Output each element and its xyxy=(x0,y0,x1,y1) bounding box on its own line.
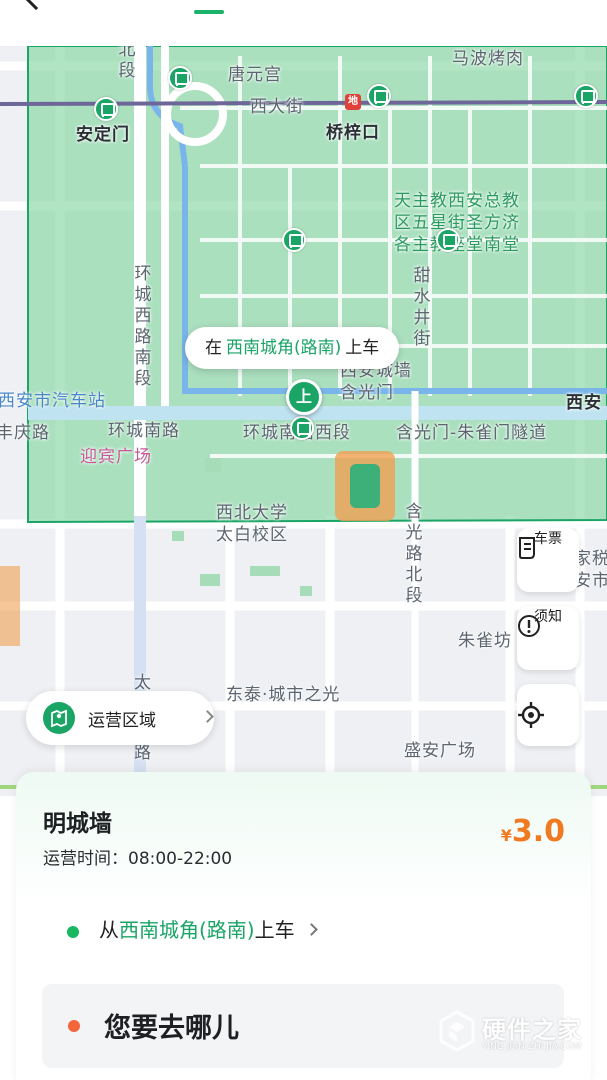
map-label-ma-bo-kao-rou: 马波烤肉 xyxy=(452,49,524,69)
map-view[interactable]: 北段 唐元宫 马波烤肉 西大街 安定门 桥梓口 天主教西安总教 区五星街圣方济 … xyxy=(0,46,607,796)
map-label-tian-shui-jing: 甜水井街 xyxy=(413,266,431,349)
watermark-sub: YING JIAN ZHI JIA.COM xyxy=(482,1042,582,1052)
tab-indicator xyxy=(194,10,224,14)
ops-area-button[interactable]: 运营区域 xyxy=(26,691,214,745)
map-label-tang-yuan-gong: 唐元宫 xyxy=(228,65,282,85)
watermark-logo-icon xyxy=(439,1010,475,1052)
ops-area-label: 运营区域 xyxy=(88,711,156,731)
watermark-main: 硬件之家 xyxy=(482,1016,582,1044)
map-label-an-ding-men: 安定门 xyxy=(76,125,130,145)
ticket-button[interactable]: 车票 xyxy=(517,528,579,592)
map-label-qiao-zi-kou: 桥梓口 xyxy=(326,123,380,143)
ticket-icon xyxy=(519,537,535,559)
bubble-station: 西南城角(路南) xyxy=(226,338,342,358)
map-label-zhu-que-fang: 朱雀坊 xyxy=(458,631,512,651)
map-label-dong-tai: 东泰·城市之光 xyxy=(226,685,341,705)
boarding-bubble[interactable]: 在西南城角(路南) 上车 xyxy=(185,327,400,369)
map-label-bus-station: 西安市汽车站 xyxy=(0,391,106,411)
watermark: 硬件之家 YING JIAN ZHI JIA.COM xyxy=(438,1008,588,1058)
origin-dot-icon xyxy=(67,925,79,938)
metro-station-icon[interactable]: 地 xyxy=(345,94,361,110)
from-prefix: 从 xyxy=(99,918,119,942)
map-label-feng-qing-lu: 丰庆路 xyxy=(0,423,50,443)
destination-placeholder: 您要去哪儿 xyxy=(104,1013,239,1044)
locate-icon xyxy=(518,702,544,728)
chevron-right-icon xyxy=(304,923,318,936)
bus-stop-icon[interactable] xyxy=(168,66,192,90)
bus-stop-icon[interactable] xyxy=(282,228,306,252)
bus-stop-icon[interactable] xyxy=(574,84,598,108)
map-label-sheng-an: 盛安广场 xyxy=(404,741,476,761)
hours-label: 运营时间： xyxy=(43,849,128,869)
map-label-north-section: 北段 xyxy=(118,46,136,81)
map-label-nwu-line2: 太白校区 xyxy=(216,525,288,545)
operating-hours: 运营时间：08:00-22:00 xyxy=(43,844,232,869)
notice-icon xyxy=(518,615,540,637)
map-label-ying-bin-guang-chang: 迎宾广场 xyxy=(80,447,152,467)
notice-button[interactable]: 须知 xyxy=(517,606,579,670)
bus-stop-icon[interactable] xyxy=(367,84,391,108)
map-label-tunnel: 含光门-朱雀门隧道 xyxy=(396,423,548,443)
price-currency: ¥ xyxy=(500,826,512,845)
back-arrow-icon[interactable] xyxy=(21,0,51,11)
map-label-tai: 太 xyxy=(134,673,152,693)
from-suffix: 上车 xyxy=(254,918,295,942)
map-label-xi-da-jie: 西大街 xyxy=(250,97,304,117)
map-label-xi-an-right: 西安 xyxy=(566,393,602,413)
bus-stop-icon[interactable] xyxy=(436,228,460,252)
chevron-right-icon xyxy=(201,710,214,723)
map-label-han-guang-lu-bei-duan: 含光路北段 xyxy=(405,502,423,606)
route-title: 明城墙 xyxy=(43,811,112,837)
boarding-pin[interactable]: 上 xyxy=(286,379,322,415)
bubble-prefix: 在 xyxy=(205,338,222,358)
map-label-huan-cheng-nan-lu: 环城南路 xyxy=(108,421,180,441)
map-area-icon xyxy=(43,702,75,734)
bus-stop-icon[interactable] xyxy=(94,97,118,121)
map-label-han-guang-men: 含光门 xyxy=(340,383,394,403)
locate-button[interactable] xyxy=(517,684,579,746)
bus-stop-icon[interactable] xyxy=(290,416,314,440)
map-label-huan-cheng-xi-lu: 环城西路南段 xyxy=(134,264,152,389)
boarding-station-row[interactable]: 从西南城角(路南)上车 xyxy=(67,914,318,943)
destination-dot-icon xyxy=(68,1020,80,1032)
top-bar xyxy=(0,0,607,46)
hours-value: 08:00-22:00 xyxy=(128,849,233,869)
price: ¥3.0 xyxy=(501,814,565,849)
from-station: 西南城角(路南) xyxy=(119,918,255,942)
bubble-suffix: 上车 xyxy=(345,338,380,358)
price-value: 3.0 xyxy=(511,814,565,849)
